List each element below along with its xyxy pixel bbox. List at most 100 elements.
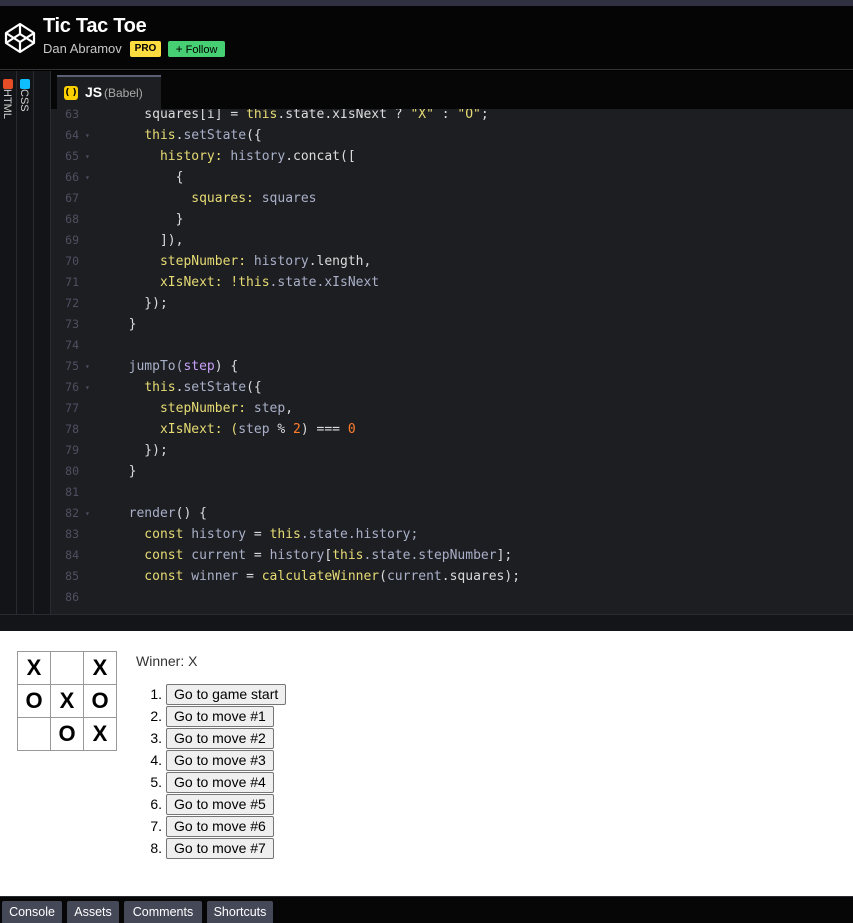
fold-arrow-icon[interactable]: ▾ <box>85 503 90 524</box>
code-line: 86 <box>51 587 853 608</box>
code-line: 76 ▾ this.setState({ <box>51 377 853 398</box>
js-tab-bar: ( ) JS (Babel) <box>51 71 853 109</box>
board-square[interactable]: O <box>17 684 51 718</box>
line-number: 73 <box>65 317 79 331</box>
code-token: .state.xIsNext <box>269 275 380 290</box>
code-token: = <box>238 569 262 584</box>
code-token: () { <box>175 506 207 521</box>
code-text: this.setState({ <box>113 377 261 398</box>
fold-arrow-icon[interactable]: ▾ <box>85 377 90 398</box>
code-text: ]), <box>113 230 184 251</box>
board-square[interactable]: O <box>83 684 117 718</box>
html-collapsed-tab[interactable]: HTML <box>0 71 17 614</box>
console-button[interactable]: Console <box>2 901 62 923</box>
code-token: this <box>238 275 270 290</box>
shortcuts-button[interactable]: Shortcuts <box>207 901 273 923</box>
editor-resize-gutter[interactable] <box>34 71 51 614</box>
js-icon: ( ) <box>64 86 78 100</box>
code-text: squares: squares <box>113 188 316 209</box>
code-token: = <box>246 527 270 542</box>
board-square[interactable]: X <box>17 651 51 685</box>
move-number: 6. <box>150 796 162 812</box>
code-text: }); <box>113 440 168 461</box>
code-line: 72 }); <box>51 293 853 314</box>
code-token: ]), <box>113 233 184 248</box>
css-tab-label: CSS <box>18 89 30 112</box>
assets-button[interactable]: Assets <box>67 901 119 923</box>
html-icon <box>3 79 13 89</box>
code-text: this.setState({ <box>113 125 261 146</box>
code-token: step <box>238 422 270 437</box>
list-item: 5. Go to move #4 <box>140 771 300 793</box>
code-text: }); <box>113 293 168 314</box>
jump-to-move-button[interactable]: Go to move #4 <box>166 772 274 793</box>
preview-resize-bar[interactable] <box>0 614 853 631</box>
fold-arrow-icon[interactable]: ▾ <box>85 167 90 188</box>
line-number: 82 <box>65 506 79 520</box>
board-square[interactable]: X <box>83 651 117 685</box>
jump-to-move-button[interactable]: Go to move #1 <box>166 706 274 727</box>
code-token: setState <box>183 380 247 395</box>
list-item: 6. Go to move #5 <box>140 793 300 815</box>
code-line: 80 } <box>51 461 853 482</box>
fold-arrow-icon[interactable]: ▾ <box>85 125 90 146</box>
comments-button[interactable]: Comments <box>124 901 202 923</box>
list-item: 4. Go to move #3 <box>140 749 300 771</box>
code-token: "O" <box>457 109 481 122</box>
jump-to-move-button[interactable]: Go to move #7 <box>166 838 274 859</box>
board-square[interactable] <box>50 651 84 685</box>
css-collapsed-tab[interactable]: CSS <box>17 71 34 614</box>
code-text: stepNumber: step, <box>113 398 293 419</box>
move-number: 8. <box>150 840 162 856</box>
board-square[interactable]: X <box>50 684 84 718</box>
code-line: 83 const history = this.state.history; <box>51 524 853 545</box>
jump-to-move-button[interactable]: Go to game start <box>166 684 287 705</box>
code-token: ( <box>379 569 387 584</box>
fold-arrow-icon[interactable]: ▾ <box>85 146 90 167</box>
follow-button[interactable]: + Follow <box>168 41 225 57</box>
board-square[interactable] <box>17 717 51 751</box>
line-number: 74 <box>65 338 79 352</box>
fold-arrow-icon[interactable]: ▾ <box>85 356 90 377</box>
move-number: 3. <box>150 730 162 746</box>
code-token: render <box>113 506 176 521</box>
code-token: setState <box>183 128 247 143</box>
author-link[interactable]: Dan Abramov <box>43 41 122 56</box>
code-line: 85 const winner = calculateWinner(curren… <box>51 566 853 587</box>
code-token: history <box>191 527 247 542</box>
code-editor[interactable]: 63 squares[i] = this.state.xIsNext ? "X"… <box>51 109 853 614</box>
line-number: 75 <box>65 359 79 373</box>
codepen-logo-icon[interactable] <box>4 22 36 54</box>
jump-to-move-button[interactable]: Go to move #3 <box>166 750 274 771</box>
move-number: 7. <box>150 818 162 834</box>
code-line: 77 stepNumber: step, <box>51 398 853 419</box>
line-number: 86 <box>65 590 79 604</box>
line-number: 72 <box>65 296 79 310</box>
board-square[interactable]: O <box>50 717 84 751</box>
code-token: .state.history; <box>300 527 419 542</box>
code-line: 75 ▾ jumpTo(step) { <box>51 356 853 377</box>
jump-to-move-button[interactable]: Go to move #6 <box>166 816 274 837</box>
line-number: 66 <box>65 170 79 184</box>
code-token: calculateWinner <box>261 569 380 584</box>
line-number: 67 <box>65 191 79 205</box>
code-token: xIsNext: ! <box>113 275 239 290</box>
tab-js[interactable]: ( ) JS (Babel) <box>57 75 161 109</box>
code-token: : <box>433 109 458 122</box>
code-line: 70 stepNumber: history.length, <box>51 251 853 272</box>
code-token: stepNumber: <box>113 401 254 416</box>
js-tab-sublabel: (Babel) <box>104 86 143 100</box>
code-line: 73 } <box>51 314 853 335</box>
board-square[interactable]: X <box>83 717 117 751</box>
line-number: 64 <box>65 128 79 142</box>
jump-to-move-button[interactable]: Go to move #2 <box>166 728 274 749</box>
code-token: xIsNext: ( <box>113 422 239 437</box>
jump-to-move-button[interactable]: Go to move #5 <box>166 794 274 815</box>
code-line: 84 const current = history[this.state.st… <box>51 545 853 566</box>
line-number: 63 <box>65 109 79 121</box>
editor-area: HTML CSS ( ) JS (Babel) 63 squares[i] = … <box>0 71 853 614</box>
move-number: 4. <box>150 752 162 768</box>
code-token: }); <box>113 443 168 458</box>
line-number: 78 <box>65 422 79 436</box>
code-text: xIsNext: (step % 2) === 0 <box>113 419 356 440</box>
